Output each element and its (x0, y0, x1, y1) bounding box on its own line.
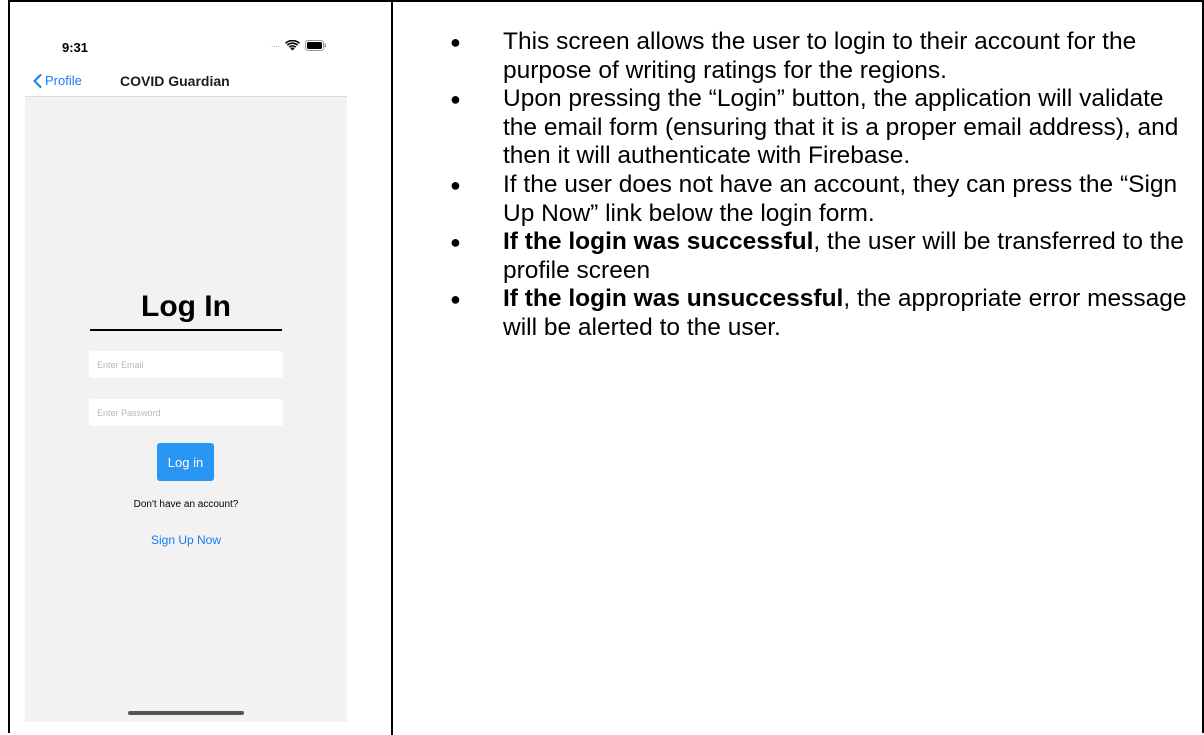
bullet-item: ● This screen allows the user to login to… (393, 28, 1199, 85)
login-heading: Log In (141, 290, 231, 323)
sign-up-link[interactable]: Sign Up Now (25, 533, 347, 547)
status-bar: 9:31 .... (25, 20, 347, 55)
document-table: 9:31 .... Profile COVID Guardian Log In … (8, 0, 1204, 735)
heading-underline (90, 329, 282, 331)
back-button[interactable]: Profile (33, 73, 82, 88)
bullet-item: ● If the user does not have an account, t… (393, 171, 1199, 228)
bullet-item: ● Upon pressing the “Login” button, the a… (393, 85, 1199, 171)
battery-icon (305, 39, 327, 51)
navigation-bar: Profile COVID Guardian (25, 62, 347, 97)
bullet-marker: ● (450, 174, 461, 195)
chevron-left-icon (33, 73, 42, 88)
bullet-marker: ● (450, 32, 461, 52)
status-icons: .... (271, 39, 327, 51)
phone-screen: 9:31 .... Profile COVID Guardian Log In … (25, 20, 347, 722)
bullet-bold: If the login was successful (503, 228, 814, 256)
back-button-label: Profile (45, 73, 82, 88)
bullet-marker: ● (450, 89, 461, 110)
email-field[interactable] (89, 351, 283, 378)
bullet-text: If the user does not have an account, th… (503, 170, 1178, 227)
login-button[interactable]: Log in (157, 443, 214, 481)
status-time: 9:31 (62, 40, 89, 55)
nav-title: COVID Guardian (120, 73, 230, 89)
screenshot-cell: 9:31 .... Profile COVID Guardian Log In … (10, 2, 391, 733)
signal-dots-icon: .... (271, 40, 280, 49)
no-account-text: Don't have an account? (133, 499, 239, 510)
bullet-text: Upon pressing the “Login” button, the ap… (503, 85, 1179, 170)
wifi-icon (285, 39, 300, 51)
description-cell: ● This screen allows the user to login to… (393, 2, 1202, 733)
bullet-item: ● If the login was unsuccessful, the appr… (393, 285, 1199, 342)
bullet-marker: ● (450, 232, 461, 253)
login-content: Log In Log in Don't have an account? Sig… (25, 97, 347, 722)
description-list: ● This screen allows the user to login to… (393, 28, 1199, 343)
bullet-bold: If the login was unsuccessful (503, 285, 844, 313)
password-field[interactable] (89, 399, 283, 426)
bullet-marker: ● (450, 289, 461, 310)
bullet-item: ● If the login was successful, the user w… (393, 228, 1199, 285)
home-indicator (128, 711, 244, 715)
bullet-text: This screen allows the user to login to … (503, 28, 1137, 84)
